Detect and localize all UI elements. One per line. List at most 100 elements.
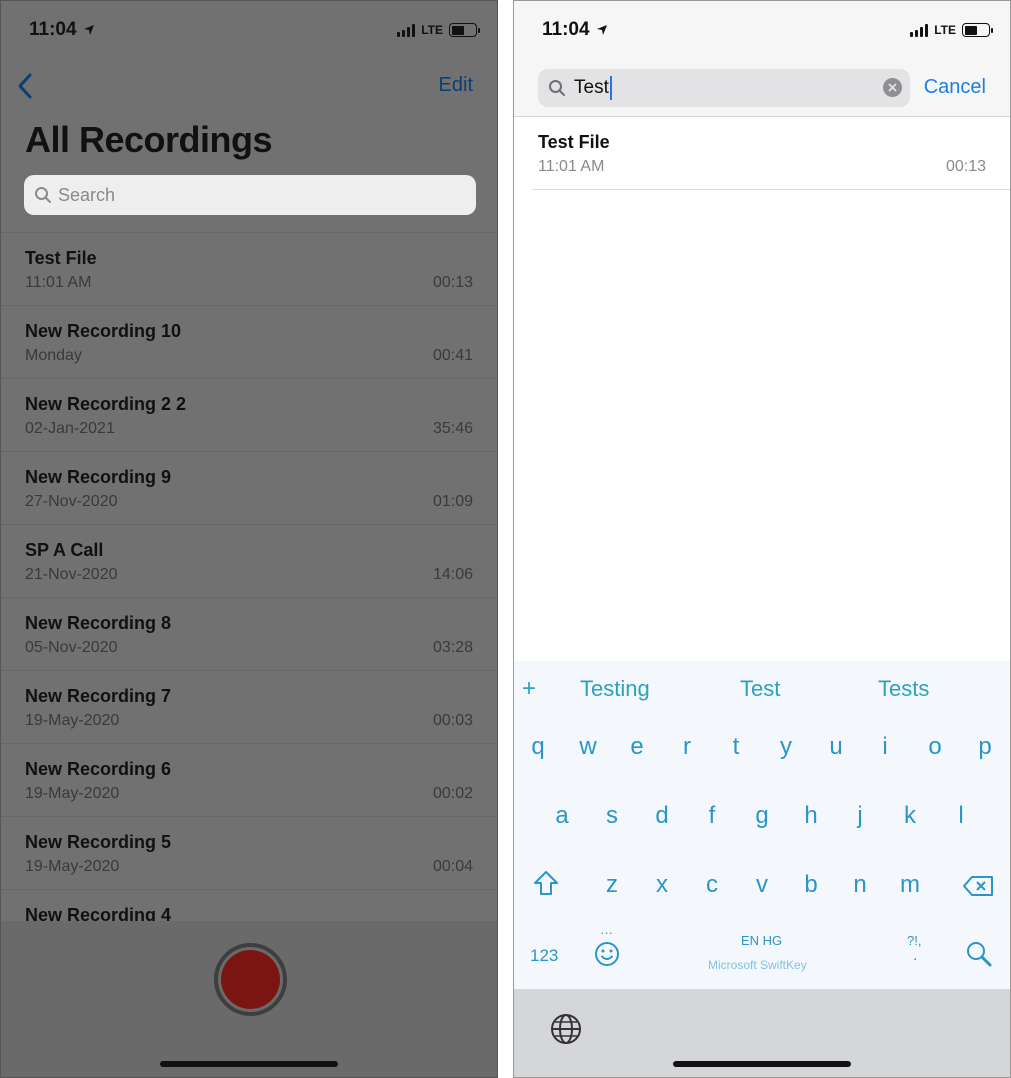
list-item[interactable]: New Recording 8 05-Nov-2020 03:28 (1, 597, 497, 670)
suggestion-testing[interactable]: Testing (580, 676, 650, 702)
search-icon (549, 80, 565, 96)
language-label[interactable]: EN HG (741, 933, 782, 948)
text-cursor (609, 76, 612, 100)
clear-search-button[interactable] (883, 78, 902, 97)
punctuation-key[interactable]: ?!, (907, 933, 921, 948)
plus-icon[interactable]: + (522, 675, 536, 703)
key-m[interactable]: m (890, 871, 930, 899)
key-b[interactable]: b (791, 871, 831, 899)
more-dots-icon: ··· (600, 925, 613, 940)
key-t[interactable]: t (716, 733, 756, 761)
key-y[interactable]: y (766, 733, 806, 761)
list-item[interactable]: Test File 11:01 AM 00:13 (532, 118, 1010, 190)
globe-icon[interactable] (550, 1013, 582, 1045)
page-title: All Recordings (25, 119, 273, 160)
key-r[interactable]: r (667, 733, 707, 761)
edit-button[interactable]: Edit (439, 74, 473, 97)
signal-icon (910, 23, 929, 37)
key-g[interactable]: g (742, 802, 782, 830)
recording-date: 19-May-2020 (25, 785, 120, 802)
recording-duration: 01:09 (432, 493, 473, 510)
search-input[interactable]: Test (538, 69, 910, 107)
key-o[interactable]: o (915, 733, 955, 761)
key-k[interactable]: k (890, 802, 930, 830)
recording-date: 27-Nov-2020 (25, 493, 118, 510)
key-z[interactable]: z (592, 871, 632, 899)
key-i[interactable]: i (865, 733, 905, 761)
recording-name: New Recording 6 (25, 759, 172, 779)
recording-duration: 00:13 (945, 158, 986, 175)
search-placeholder: Search (58, 184, 116, 205)
list-item[interactable]: New Recording 9 27-Nov-2020 01:09 (1, 451, 497, 524)
recording-name: New Recording 9 (25, 467, 172, 487)
record-button[interactable] (214, 943, 287, 1016)
status-time: 11:04 (29, 19, 77, 40)
list-item[interactable]: Test File 11:01 AM 00:13 (1, 232, 497, 305)
home-indicator[interactable] (160, 1061, 338, 1067)
list-item[interactable]: New Recording 6 19-May-2020 00:02 (1, 743, 497, 816)
key-d[interactable]: d (642, 802, 682, 830)
recording-date: 11:01 AM (538, 158, 605, 175)
recordings-list: Test File 11:01 AM 00:13 New Recording 1… (1, 232, 497, 962)
recording-name: SP A Call (25, 540, 104, 560)
suggestion-test[interactable]: Test (740, 676, 780, 702)
key-s[interactable]: s (592, 802, 632, 830)
backspace-icon[interactable] (962, 875, 994, 897)
key-h[interactable]: h (791, 802, 831, 830)
search-input[interactable]: Search (24, 175, 476, 215)
status-bar: 11:04 LTE (29, 15, 480, 45)
keyboard: + Testing Test Tests q w e r t y u i o p… (514, 661, 1010, 989)
recording-date: 02-Jan-2021 (25, 420, 115, 437)
recording-name: Test File (25, 248, 97, 268)
location-arrow-icon (596, 25, 607, 35)
key-e[interactable]: e (617, 733, 657, 761)
list-item[interactable]: New Recording 5 19-May-2020 00:04 (1, 816, 497, 889)
key-u[interactable]: u (816, 733, 856, 761)
key-v[interactable]: v (742, 871, 782, 899)
battery-icon (962, 23, 993, 37)
back-chevron-icon[interactable] (15, 71, 37, 101)
numbers-key[interactable]: 123 (530, 946, 558, 966)
list-item[interactable]: New Recording 2 2 02-Jan-2021 35:46 (1, 378, 497, 451)
key-p[interactable]: p (965, 733, 1005, 761)
recording-date: 19-May-2020 (25, 712, 120, 729)
period-key[interactable]: . (913, 947, 917, 965)
recording-date: Monday (25, 347, 82, 364)
list-item[interactable]: SP A Call 21-Nov-2020 14:06 (1, 524, 497, 597)
record-dot-icon (221, 950, 280, 1009)
swiftkey-brand: Microsoft SwiftKey (708, 958, 807, 972)
recording-duration: 14:06 (432, 566, 473, 583)
all-recordings-screen: 11:04 LTE Edit All Recordings Search Tes… (0, 0, 498, 1078)
key-c[interactable]: c (692, 871, 732, 899)
recording-duration: 00:13 (432, 274, 473, 291)
key-f[interactable]: f (692, 802, 732, 830)
key-l[interactable]: l (941, 802, 981, 830)
recording-duration: 00:04 (432, 858, 473, 875)
key-a[interactable]: a (542, 802, 582, 830)
recording-name: New Recording 2 2 (25, 394, 187, 414)
recording-name: New Recording 10 (25, 321, 182, 341)
list-item[interactable]: New Recording 10 Monday 00:41 (1, 305, 497, 378)
status-bar: 11:04 LTE (542, 15, 993, 45)
emoji-icon[interactable] (594, 941, 620, 967)
search-key-icon[interactable] (965, 940, 993, 968)
recording-name: Test File (538, 132, 610, 152)
key-n[interactable]: n (840, 871, 880, 899)
key-q[interactable]: q (518, 733, 558, 761)
network-type: LTE (934, 23, 956, 37)
shift-icon[interactable] (532, 869, 560, 897)
list-item[interactable]: New Recording 7 19-May-2020 00:03 (1, 670, 497, 743)
key-x[interactable]: x (642, 871, 682, 899)
suggestion-tests[interactable]: Tests (878, 676, 929, 702)
recording-name: New Recording 7 (25, 686, 172, 706)
search-icon (35, 187, 51, 203)
recording-duration: 00:03 (432, 712, 473, 729)
recording-date: 19-May-2020 (25, 858, 120, 875)
key-j[interactable]: j (840, 802, 880, 830)
close-icon (888, 83, 897, 92)
search-value: Test (574, 77, 609, 98)
key-w[interactable]: w (568, 733, 608, 761)
cancel-button[interactable]: Cancel (924, 76, 986, 99)
recording-date: 21-Nov-2020 (25, 566, 118, 583)
home-indicator[interactable] (673, 1061, 851, 1067)
